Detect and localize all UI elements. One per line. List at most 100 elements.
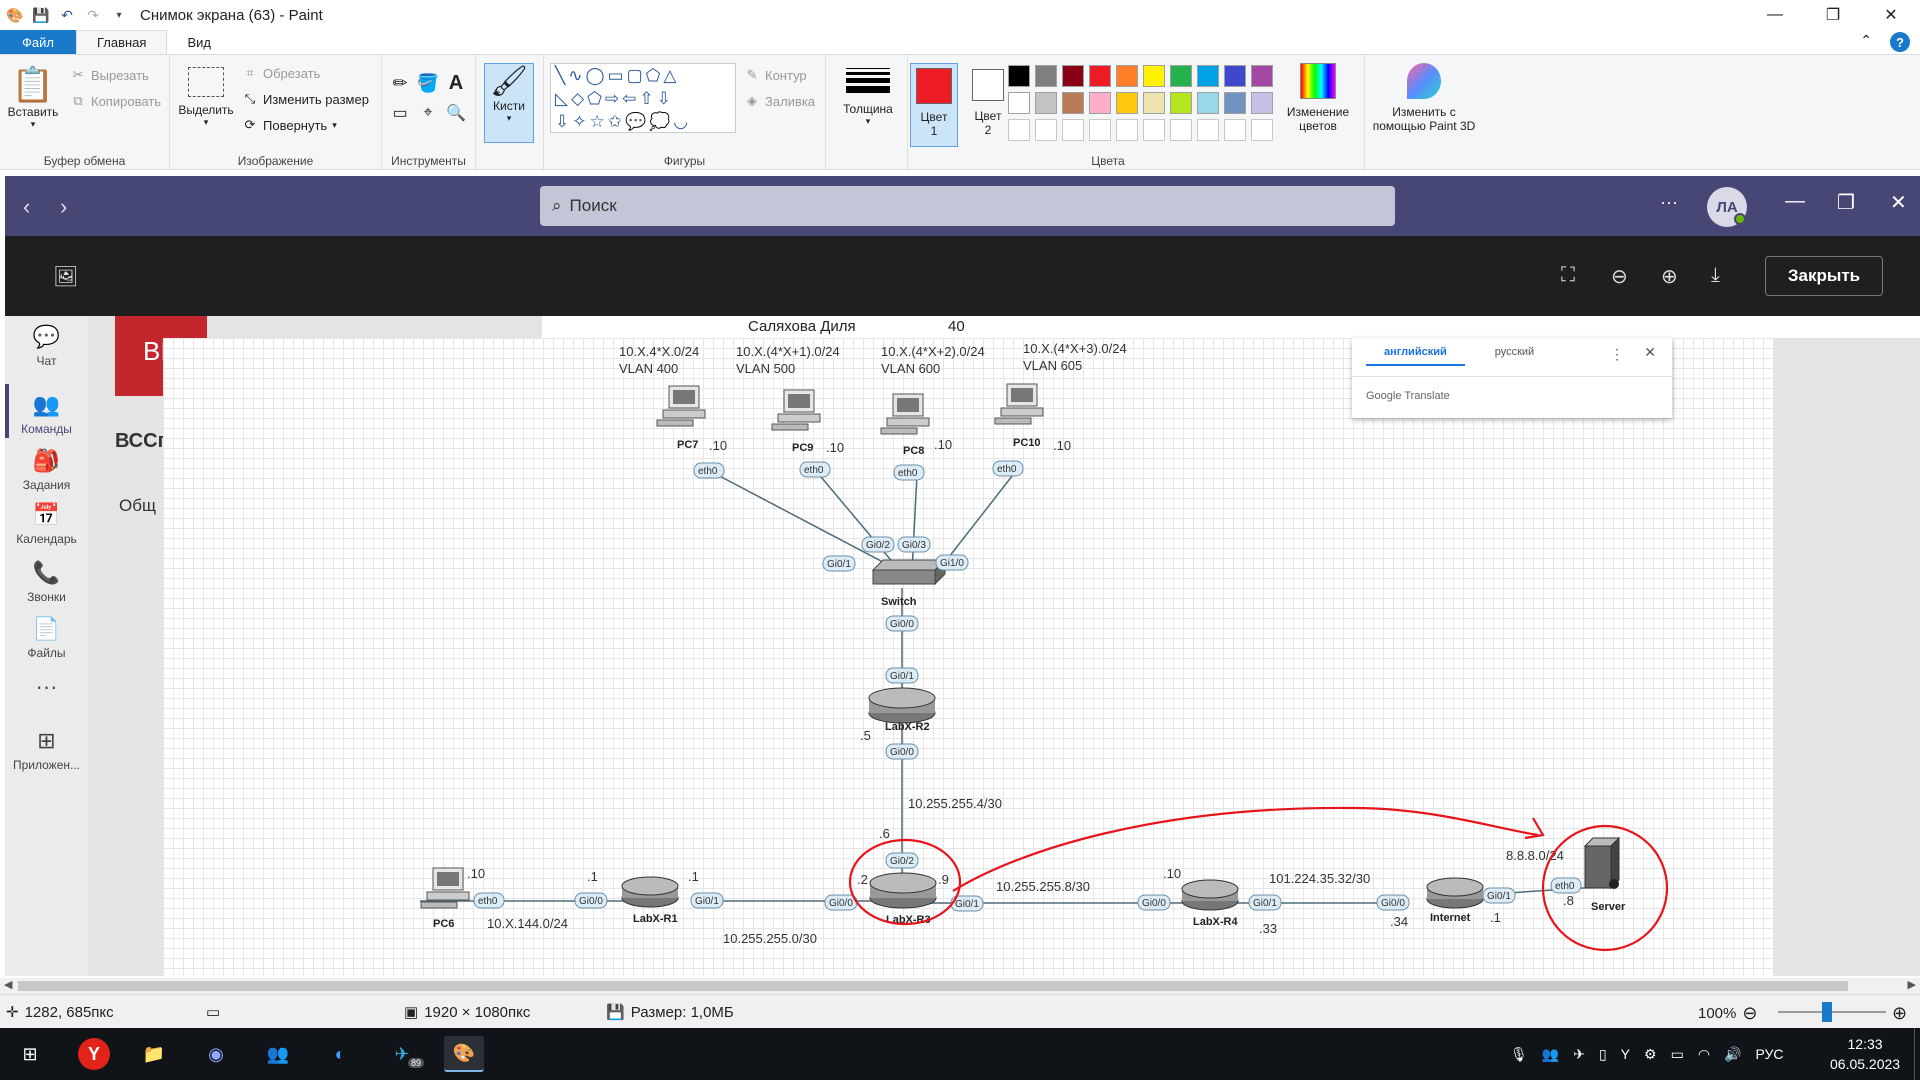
fill-icon[interactable]: 🪣	[417, 73, 439, 93]
rail-item-files[interactable]: 📄 Файлы	[5, 616, 88, 660]
cut-button[interactable]: ✂ Вырезать	[70, 67, 149, 83]
palette-swatch[interactable]	[1197, 92, 1219, 114]
fit-screen-icon[interactable]: ⛶	[1561, 264, 1575, 287]
palette-swatch[interactable]	[1116, 65, 1138, 87]
usb-icon[interactable]: ▯	[1599, 1046, 1607, 1063]
rail-item-more[interactable]: ···	[5, 674, 88, 704]
palette-swatch[interactable]	[1089, 65, 1111, 87]
palette-swatch[interactable]	[1062, 65, 1084, 87]
palette-swatch[interactable]	[1035, 92, 1057, 114]
palette-swatch[interactable]	[1170, 65, 1192, 87]
tab-file[interactable]: Файл	[0, 30, 76, 54]
color-picker-icon[interactable]: ⌖	[420, 104, 436, 121]
size-button[interactable]: Толщина ▾	[838, 65, 898, 127]
rail-item-chat[interactable]: 💬 Чат	[5, 324, 88, 368]
file-explorer-icon[interactable]: 📁	[134, 1036, 174, 1072]
telegram-tray-icon[interactable]: ✈	[1573, 1046, 1585, 1063]
tab-home[interactable]: Главная	[75, 30, 168, 54]
paste-button[interactable]: 📋 Вставить ▾	[8, 65, 59, 130]
horizontal-scrollbar[interactable]: ◀ ▶	[0, 978, 1920, 994]
resize-button[interactable]: ⤡ Изменить размер	[242, 91, 369, 107]
teams-close-icon[interactable]: ✕	[1890, 190, 1907, 215]
scroll-thumb[interactable]	[18, 981, 1848, 991]
zoom-in-icon[interactable]: ⊕	[1661, 264, 1678, 289]
general-channel-tab[interactable]: Общ	[119, 496, 156, 516]
zoom-slider-thumb[interactable]	[1822, 1002, 1832, 1022]
redo-icon[interactable]: ↷	[84, 6, 102, 24]
palette-swatch[interactable]	[1197, 65, 1219, 87]
download-icon[interactable]: ⤓	[1711, 264, 1720, 287]
translate-target-tab[interactable]: русский	[1495, 346, 1534, 366]
palette-swatch[interactable]	[1224, 65, 1246, 87]
shapes-gallery[interactable]: ╲∿◯▭▢⬠△ ◺◇⬠⇨⇦⇧⇩ ⇩✧☆✩💬💭◡	[550, 63, 736, 133]
color2-button[interactable]: Цвет 2	[964, 63, 1012, 147]
rail-item-teams[interactable]: 👥 Команды	[5, 392, 88, 436]
eraser-icon[interactable]: ▭	[392, 105, 408, 122]
palette-swatch[interactable]	[1224, 119, 1246, 141]
rotate-button[interactable]: ⟳ Повернуть ▾	[242, 117, 337, 133]
palette-swatch[interactable]	[1008, 119, 1030, 141]
palette-swatch[interactable]	[1062, 119, 1084, 141]
rail-item-apps[interactable]: ⊞ Приложен...	[5, 728, 88, 772]
copy-button[interactable]: ⧉ Копировать	[70, 93, 161, 109]
palette-swatch[interactable]	[1170, 119, 1192, 141]
windows-start-icon[interactable]: ⊞	[10, 1036, 50, 1072]
teams-search-input[interactable]: ⌕ Поиск	[540, 186, 1395, 226]
scroll-left-icon[interactable]: ◀	[4, 978, 12, 991]
zoom-slider[interactable]	[1778, 1011, 1886, 1013]
rail-item-calls[interactable]: 📞 Звонки	[5, 560, 88, 604]
palette-swatch[interactable]	[1035, 119, 1057, 141]
zoom-out-icon[interactable]: ⊖	[1611, 264, 1628, 289]
paint-taskbar-icon[interactable]: 🎨	[444, 1036, 484, 1072]
viewer-close-button[interactable]: Закрыть	[1765, 256, 1883, 296]
teams-maximize-icon[interactable]: ❐	[1837, 190, 1855, 215]
mic-icon[interactable]: 🎙	[1510, 1046, 1528, 1063]
select-button[interactable]: Выделить ▾	[178, 65, 234, 128]
forward-arrow-icon[interactable]: ›	[60, 194, 67, 220]
palette-swatch[interactable]	[1143, 119, 1165, 141]
palette-swatch[interactable]	[1143, 92, 1165, 114]
yandex-browser-icon[interactable]: Y	[78, 1038, 110, 1070]
palette-swatch[interactable]	[1197, 119, 1219, 141]
fill-shape-button[interactable]: ◈ Заливка	[744, 93, 815, 109]
more-options-icon[interactable]: ···	[1660, 192, 1678, 213]
pencil-icon[interactable]: ✏	[392, 73, 408, 93]
edit-colors-button[interactable]: Изменение цветов	[1280, 63, 1356, 133]
show-desktop-button[interactable]	[1914, 1028, 1920, 1080]
translate-source-tab[interactable]: английский	[1366, 346, 1465, 366]
translate-menu-icon[interactable]: ⋮	[1610, 346, 1624, 363]
magnifier-icon[interactable]: 🔍	[446, 105, 466, 122]
brushes-button[interactable]: 🖌 Кисти ▾	[484, 63, 534, 143]
color1-button[interactable]: Цвет 1	[910, 63, 958, 147]
palette-swatch[interactable]	[1170, 92, 1192, 114]
back-arrow-icon[interactable]: ‹	[23, 194, 30, 220]
undo-icon[interactable]: ↶	[58, 6, 76, 24]
translate-close-icon[interactable]: ✕	[1644, 344, 1656, 361]
rail-item-assignments[interactable]: 🎒 Задания	[5, 448, 88, 492]
teams-tray-icon[interactable]: 👥	[1542, 1046, 1559, 1063]
palette-swatch[interactable]	[1116, 119, 1138, 141]
teams-taskbar-icon[interactable]: 👥	[258, 1036, 298, 1072]
yandex-tray-icon[interactable]: Y	[1621, 1046, 1630, 1062]
gpu-icon[interactable]: ⚙	[1644, 1046, 1657, 1063]
paint3d-button[interactable]: Изменить с помощью Paint 3D	[1368, 63, 1480, 133]
zoom-in-button[interactable]: ⊕	[1892, 1003, 1907, 1024]
palette-swatch[interactable]	[1089, 119, 1111, 141]
palette-swatch[interactable]	[1116, 92, 1138, 114]
scroll-right-icon[interactable]: ▶	[1908, 978, 1916, 991]
palette-swatch[interactable]	[1251, 65, 1273, 87]
crop-button[interactable]: ⌗ Обрезать	[242, 65, 320, 81]
minimize-button[interactable]: —	[1746, 0, 1804, 30]
palette-swatch[interactable]	[1224, 92, 1246, 114]
palette-swatch[interactable]	[1089, 92, 1111, 114]
palette-swatch[interactable]	[1251, 119, 1273, 141]
volume-icon[interactable]: 🔊	[1724, 1046, 1741, 1063]
palette-swatch[interactable]	[1008, 92, 1030, 114]
outline-button[interactable]: ✎ Контур	[744, 67, 807, 83]
discord-icon[interactable]: ◉	[196, 1036, 236, 1072]
save-icon[interactable]: 💾	[32, 6, 50, 24]
tab-view[interactable]: Вид	[167, 30, 231, 54]
clock[interactable]: 12:33 06.05.2023	[1830, 1034, 1900, 1074]
palette-swatch[interactable]	[1008, 65, 1030, 87]
language-indicator[interactable]: РУС	[1755, 1046, 1783, 1062]
